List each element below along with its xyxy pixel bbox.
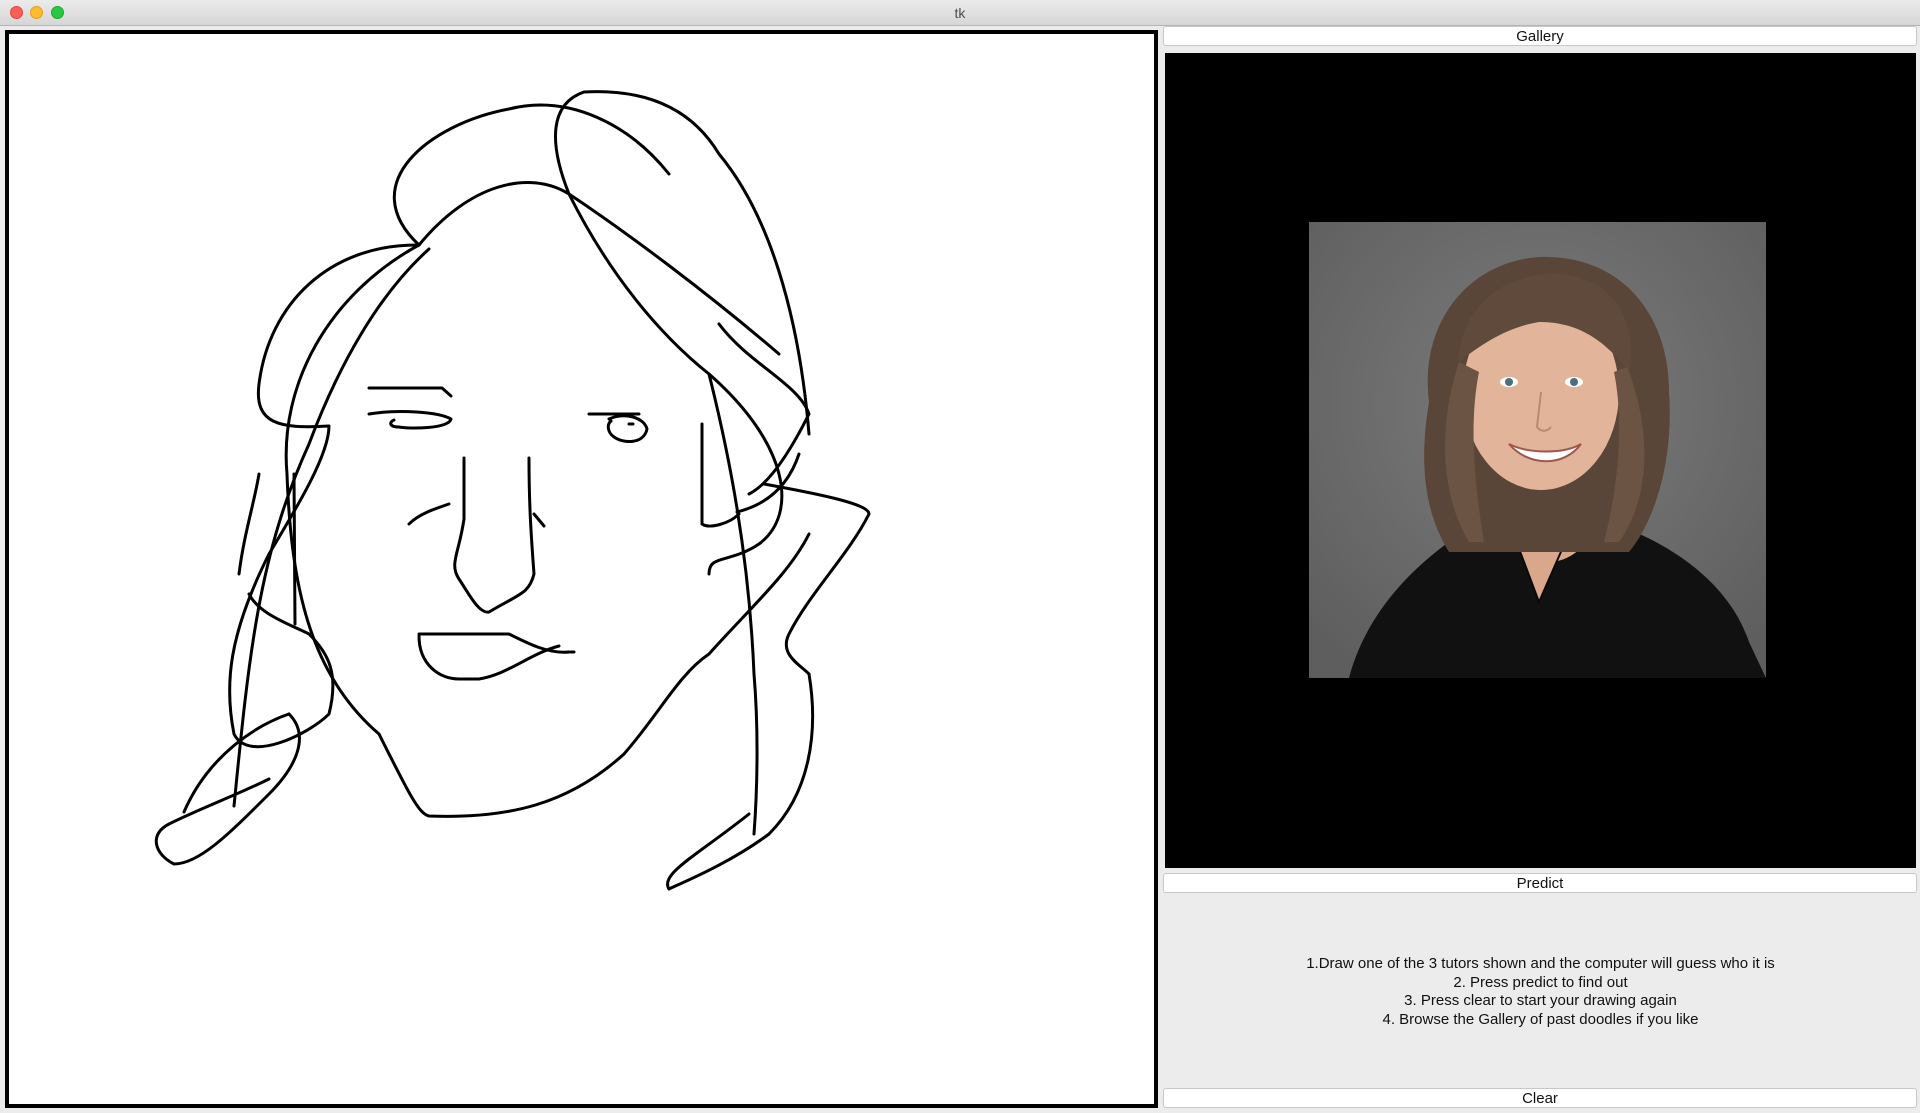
doodle-stroke [532,512,546,528]
doodle-stroke [154,712,301,866]
doodle-stroke [228,243,421,749]
doodle-stroke [567,192,784,576]
tutor-photo [1309,222,1766,678]
instructions-text: 1.Draw one of the 3 tutors shown and the… [1165,955,1916,1029]
doodle-stroke [367,410,453,430]
gallery-image-viewer [1165,53,1916,868]
doodle-stroke [237,472,261,576]
instruction-line: 2. Press predict to find out [1453,973,1628,991]
doodle-stroke [407,502,451,526]
instruction-line: 3. Press clear to start your drawing aga… [1404,992,1677,1009]
doodle-stroke [417,634,561,681]
doodle-stroke [393,103,671,247]
doodle-stroke [367,386,453,398]
instruction-line: 4. Browse the Gallery of past doodles if… [1382,1010,1699,1028]
doodle-stroke [606,414,649,443]
doodle-stroke [700,422,741,528]
doodle-stroke [232,247,431,808]
doodle-stroke [292,472,297,626]
drawing-canvas[interactable] [5,30,1158,1108]
window-title: tk [954,5,966,21]
predict-button[interactable]: Predict [1163,873,1917,893]
doodle-stroke [554,90,811,436]
title-bar: tk [0,0,1920,26]
portrait-image [1309,222,1766,678]
doodle-strokes [154,90,871,891]
instruction-line: 1.Draw one of the 3 tutors shown and the… [1306,955,1775,972]
doodle-stroke [735,452,801,514]
doodle-stroke [717,322,811,496]
clear-button[interactable]: Clear [1163,1088,1917,1108]
gallery-button[interactable]: Gallery [1163,26,1917,46]
doodle-stroke [666,672,815,891]
doodle-stroke [417,181,781,356]
doodle-stroke [453,456,536,614]
doodle-stroke [182,712,291,814]
doodle-stroke [707,372,759,836]
